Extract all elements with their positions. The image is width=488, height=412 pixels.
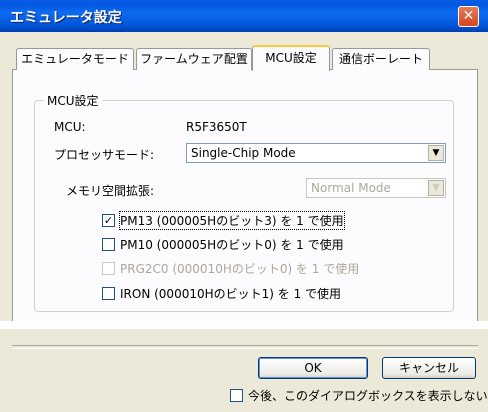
prg2c0-checkbox[interactable] — [102, 262, 115, 275]
close-button[interactable]: ✕ — [458, 6, 479, 27]
iron-checkbox[interactable] — [102, 287, 115, 300]
mcu-value: R5F3650T — [186, 120, 247, 134]
group-legend: MCU設定 — [44, 92, 102, 109]
ok-button[interactable]: OK — [258, 357, 368, 379]
memory-expansion-value: Normal Mode — [311, 181, 391, 195]
checkmark-icon: ✓ — [103, 214, 114, 227]
memory-expansion-select[interactable]: Normal Mode ▼ — [306, 178, 446, 198]
pm10-checkbox-label[interactable]: PM10 (000005Hのビット0) を 1 で使用 — [120, 236, 344, 253]
memory-expansion-label: メモリ空間拡張: — [66, 184, 155, 198]
emulator-settings-dialog: エミュレータ設定 ✕ エミュレータモード ファームウェア配置 MCU設定 通信ボ… — [0, 0, 488, 412]
tab-emulator-mode[interactable]: エミュレータモード — [16, 48, 134, 70]
window-title: エミュレータ設定 — [10, 10, 122, 26]
dont-show-checkbox[interactable] — [230, 389, 243, 402]
prg2c0-checkbox-label[interactable]: PRG2C0 (000010Hのビット0) を 1 で使用 — [120, 260, 359, 277]
dropdown-arrow-icon[interactable]: ▼ — [428, 145, 444, 161]
close-icon: ✕ — [462, 8, 475, 24]
tab-firmware-location[interactable]: ファームウェア配置 — [136, 48, 252, 70]
pm13-checkbox[interactable]: ✓ — [102, 214, 115, 227]
processor-mode-select[interactable]: Single-Chip Mode ▼ — [186, 143, 446, 163]
processor-mode-value: Single-Chip Mode — [191, 146, 296, 160]
mcu-label: MCU: — [54, 120, 86, 134]
iron-checkbox-label[interactable]: IRON (000010Hのビット1) を 1 で使用 — [120, 285, 341, 302]
divider-strip — [0, 321, 488, 329]
separator-line — [12, 345, 478, 349]
dropdown-arrow-icon[interactable]: ▼ — [428, 180, 444, 196]
tab-baud-rate[interactable]: 通信ボーレート — [332, 48, 430, 70]
cancel-button[interactable]: キャンセル — [382, 357, 476, 379]
pm10-checkbox[interactable] — [102, 238, 115, 251]
pm13-checkbox-label[interactable]: PM13 (000005Hのビット3) を 1 で使用 — [119, 211, 345, 230]
dont-show-label[interactable]: 今後、このダイアログボックスを表示しない — [248, 387, 488, 404]
title-bar[interactable]: エミュレータ設定 ✕ — [0, 0, 488, 32]
tab-mcu-settings[interactable]: MCU設定 — [252, 45, 330, 71]
processor-mode-label: プロセッサモード: — [54, 148, 155, 162]
